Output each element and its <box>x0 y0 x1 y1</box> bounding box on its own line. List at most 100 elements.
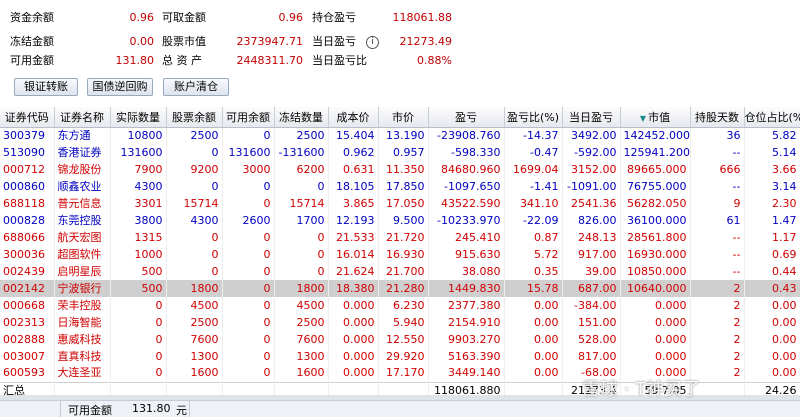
table-cell: -1.41 <box>504 178 562 195</box>
table-row[interactable]: 000828东莞控股380043002600170012.1939.500-10… <box>0 212 800 229</box>
column-header[interactable]: 实际数量 <box>110 107 166 127</box>
table-row[interactable]: 000668荣丰控股04500045000.0006.2302377.3800.… <box>0 297 800 314</box>
table-row[interactable]: 002313日海智能02500025000.0005.9402154.9100.… <box>0 314 800 331</box>
table-row[interactable]: 002439启明星辰50000021.62421.70038.0800.3539… <box>0 263 800 280</box>
table-row[interactable]: 513090香港证券1316000131600-1316000.9620.957… <box>0 144 800 161</box>
column-header[interactable]: 仓位占比(%) <box>744 107 800 127</box>
table-cell: 2600 <box>222 212 274 229</box>
table-cell: 248.13 <box>562 229 620 246</box>
table-cell: 0 <box>166 246 222 263</box>
table-cell: 826.00 <box>562 212 620 229</box>
table-cell: 15714 <box>166 195 222 212</box>
table-cell: -22.09 <box>504 212 562 229</box>
table-row[interactable]: 300036超图软件100000016.01416.930915.6305.72… <box>0 246 800 263</box>
table-cell: 2500 <box>274 314 328 331</box>
clear-positions-button[interactable]: 账户清仓 <box>163 78 229 96</box>
column-header-label: 股票余额 <box>172 111 216 124</box>
table-row[interactable]: 000860顺鑫农业430000018.10517.850-1097.650-1… <box>0 178 800 195</box>
table-cell: 1315 <box>110 229 166 246</box>
column-header[interactable]: 当日盈亏 <box>562 107 620 127</box>
column-header[interactable]: 冻结数量 <box>274 107 328 127</box>
table-cell: 0 <box>222 297 274 314</box>
table-cell: 1800 <box>274 280 328 297</box>
table-cell: 0.000 <box>328 314 378 331</box>
table-cell: 日海智能 <box>54 314 110 331</box>
status-available-label: 可用金额 <box>68 402 112 418</box>
table-row[interactable]: 688066航天宏图131500021.53321.720245.4100.87… <box>0 229 800 246</box>
table-cell: 2500 <box>166 314 222 331</box>
table-cell: 9.500 <box>378 212 428 229</box>
column-header-label: 成本价 <box>337 111 370 124</box>
table-cell: 38.080 <box>428 263 504 280</box>
column-header[interactable]: 成本价 <box>328 107 378 127</box>
table-cell: 锦龙股份 <box>54 161 110 178</box>
table-cell: 002439 <box>0 263 54 280</box>
column-header[interactable]: ▼市值 <box>620 107 690 127</box>
available-label: 可用金额 <box>10 51 54 71</box>
column-header[interactable]: 持股天数 <box>690 107 744 127</box>
withdrawable-value: 0.96 <box>230 8 303 28</box>
table-cell: 0 <box>110 314 166 331</box>
table-cell: 0.87 <box>504 229 562 246</box>
table-cell: 688118 <box>0 195 54 212</box>
table-cell: 0 <box>222 348 274 365</box>
table-cell: 17.170 <box>378 365 428 382</box>
table-cell: 817.00 <box>562 348 620 365</box>
table-cell: 61 <box>690 212 744 229</box>
table-row[interactable]: 003007直真科技01300013000.00029.9205163.3900… <box>0 348 800 365</box>
status-bar: 可用金额 131.80 元 <box>0 400 800 417</box>
table-cell: 东莞控股 <box>54 212 110 229</box>
total-assets-label: 总 资 产 <box>162 51 202 71</box>
table-cell: 9200 <box>166 161 222 178</box>
table-cell: 151.00 <box>562 314 620 331</box>
table-cell: 0.43 <box>744 280 800 297</box>
table-cell: 3800 <box>110 212 166 229</box>
table-cell: 0.00 <box>744 348 800 365</box>
table-cell: 2 <box>690 348 744 365</box>
table-cell: 0.000 <box>328 331 378 348</box>
summary-row-1: 资金余额 0.96 可取金额 0.96 持仓盈亏 118061.88 <box>0 8 800 28</box>
column-header[interactable]: 证券名称 <box>54 107 110 127</box>
table-cell: 1300 <box>274 348 328 365</box>
table-cell: 4500 <box>166 297 222 314</box>
table-cell: 300379 <box>0 127 54 144</box>
table-row[interactable]: 000712锦龙股份79009200300062000.63111.350846… <box>0 161 800 178</box>
table-cell: -14.37 <box>504 127 562 144</box>
info-icon[interactable]: i <box>366 36 379 49</box>
table-cell: 5.14 <box>744 144 800 161</box>
column-header[interactable]: 股票余额 <box>166 107 222 127</box>
table-row[interactable]: 300379东方通1080025000250015.40413.190-2390… <box>0 127 800 144</box>
today-pnl-ratio-label: 当日盈亏比 <box>312 51 367 71</box>
table-cell: 36 <box>690 127 744 144</box>
table-row[interactable]: 688118普元信息3301157140157143.86517.0504352… <box>0 195 800 212</box>
table-cell: 1000 <box>110 246 166 263</box>
table-row[interactable]: 002888惠威科技07600076000.00012.5509903.2700… <box>0 331 800 348</box>
table-cell: 17.050 <box>378 195 428 212</box>
column-header[interactable]: 盈亏比(%) <box>504 107 562 127</box>
table-cell: 0.00 <box>744 297 800 314</box>
summary-row-2: 冻结金额 0.00 股票市值 2373947.71 当日盈亏 i 21273.4… <box>0 32 800 52</box>
table-cell: 2 <box>690 280 744 297</box>
bank-transfer-button[interactable]: 银证转账 <box>14 78 78 96</box>
column-header[interactable]: 盈亏 <box>428 107 504 127</box>
table-cell: 300036 <box>0 246 54 263</box>
table-cell: 0 <box>274 178 328 195</box>
table-cell: -10233.970 <box>428 212 504 229</box>
table-cell: 荣丰控股 <box>54 297 110 314</box>
table-cell: 21.280 <box>378 280 428 297</box>
column-header[interactable]: 证券代码 <box>0 107 54 127</box>
reverse-repo-button[interactable]: 国债逆回购 <box>87 78 153 96</box>
table-cell: 宁波银行 <box>54 280 110 297</box>
table-row[interactable]: 002142宁波银行50018000180018.38021.2801449.8… <box>0 280 800 297</box>
column-header[interactable]: 市价 <box>378 107 428 127</box>
column-header[interactable]: 可用余额 <box>222 107 274 127</box>
table-cell: 2500 <box>274 127 328 144</box>
today-pnl-label: 当日盈亏 <box>312 32 356 52</box>
table-cell: 915.630 <box>428 246 504 263</box>
table-cell: 7600 <box>274 331 328 348</box>
table-cell: 12.193 <box>328 212 378 229</box>
table-cell: 1300 <box>166 348 222 365</box>
table-cell: 0 <box>222 229 274 246</box>
table-cell: -- <box>690 178 744 195</box>
table-cell: 0.000 <box>328 348 378 365</box>
